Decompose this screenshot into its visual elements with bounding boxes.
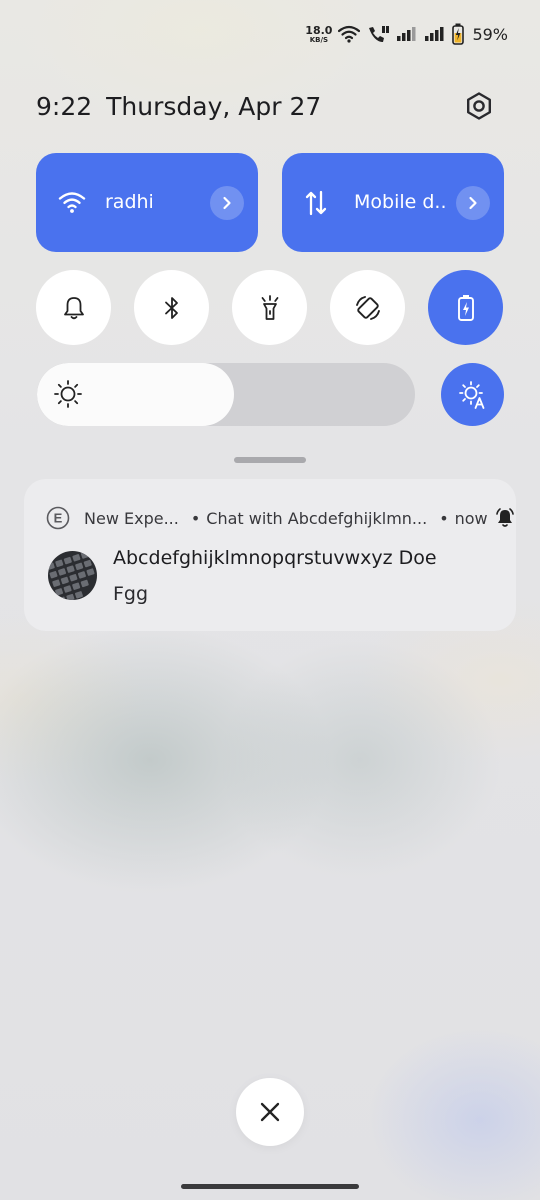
sun-icon <box>54 380 82 408</box>
wifi-icon <box>58 192 86 213</box>
mobile-data-label: Mobile d.. <box>354 191 447 213</box>
date[interactable]: Thursday, Apr 27 <box>106 92 321 121</box>
brightness-slider[interactable] <box>37 363 415 426</box>
sound-toggle[interactable] <box>36 270 111 345</box>
app-badge-letter: E <box>54 511 63 526</box>
battery-saver-icon <box>457 294 474 321</box>
close-icon <box>260 1102 280 1122</box>
flashlight-toggle[interactable] <box>232 270 307 345</box>
bell-icon <box>63 296 84 319</box>
battery-saver-toggle[interactable] <box>428 270 503 345</box>
quick-settings-header: 9:22 Thursday, Apr 27 <box>36 86 496 126</box>
bluetooth-toggle[interactable] <box>134 270 209 345</box>
wifi-tile[interactable]: radhi <box>36 153 258 252</box>
notification-app-name: New Expe... <box>84 508 179 528</box>
chevron-right-icon <box>469 196 477 210</box>
chevron-right-icon <box>223 196 231 210</box>
battery-charging-icon <box>452 23 465 45</box>
mobile-data-icon <box>305 190 327 216</box>
battery-percent: 59% <box>472 24 508 44</box>
wifi-status-icon <box>338 25 361 43</box>
auto-rotate-icon <box>355 295 380 320</box>
auto-rotate-toggle[interactable] <box>330 270 405 345</box>
notification-body: Fgg <box>113 583 149 605</box>
notification-channel: Chat with Abcdefghijklmn... <box>206 508 428 528</box>
clock[interactable]: 9:22 <box>36 92 92 121</box>
network-speed-value: 18.0 <box>305 23 333 37</box>
volte-call-icon <box>369 26 390 42</box>
bluetooth-icon <box>164 296 178 319</box>
alert-bell-icon <box>496 508 514 527</box>
notification-header: E New Expe... • Chat with Abcdefghijklmn… <box>46 506 516 530</box>
avatar-image <box>48 551 97 600</box>
gear-icon <box>466 92 491 120</box>
home-indicator[interactable] <box>181 1184 359 1189</box>
notification-time: now <box>454 508 488 528</box>
flashlight-icon <box>261 294 278 320</box>
network-speed: 18.0 KB/S <box>305 25 332 44</box>
status-bar: 18.0 KB/S 59% <box>305 20 508 48</box>
close-button[interactable] <box>236 1078 304 1146</box>
wifi-details-button[interactable] <box>210 186 244 220</box>
sender-avatar <box>48 551 97 600</box>
panel-drag-handle[interactable] <box>234 457 306 463</box>
auto-brightness-button[interactable] <box>441 363 504 426</box>
wifi-network-name: radhi <box>105 191 154 213</box>
app-icon: E <box>46 506 70 530</box>
signal-sim1-icon <box>397 27 416 41</box>
network-speed-unit: KB/S <box>309 35 329 44</box>
notification-card[interactable]: E New Expe... • Chat with Abcdefghijklmn… <box>24 479 516 631</box>
settings-button[interactable] <box>462 89 496 123</box>
mobile-data-tile[interactable]: Mobile d.. <box>282 153 504 252</box>
auto-brightness-icon <box>458 380 484 409</box>
signal-sim2-icon <box>425 27 444 41</box>
app-badge-icon: E <box>46 506 70 530</box>
separator-dot: • <box>439 508 449 528</box>
separator-dot: • <box>190 508 201 528</box>
notification-title: Abcdefghijklmnopqrstuvwxyz Doe <box>113 547 437 569</box>
mobile-data-details-button[interactable] <box>456 186 490 220</box>
